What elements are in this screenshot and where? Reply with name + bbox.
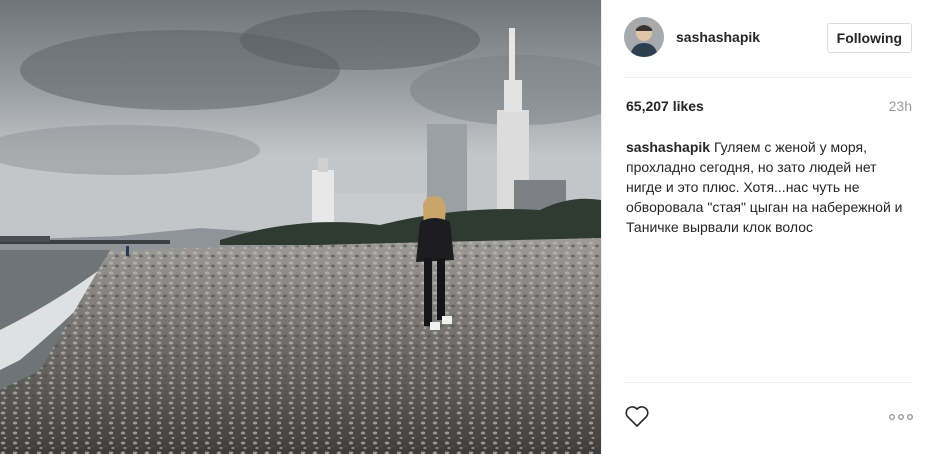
more-options-icon[interactable] (888, 408, 914, 426)
post-sidebar: sashashapik Following 65,207 likes 23h s… (601, 0, 938, 454)
following-button[interactable]: Following (826, 23, 912, 53)
user-avatar[interactable] (624, 17, 664, 57)
photo-seaside-image (0, 0, 601, 454)
post-timestamp[interactable]: 23h (889, 98, 912, 114)
post-header: sashashapik Following (602, 0, 938, 78)
caption-username-link[interactable]: sashashapik (626, 139, 710, 155)
header-divider (624, 77, 912, 78)
actions-divider (624, 382, 912, 383)
instagram-post: sashashapik Following 65,207 likes 23h s… (0, 0, 938, 454)
username-link[interactable]: sashashapik (676, 29, 760, 45)
like-count[interactable]: 65,207 likes (626, 98, 704, 114)
post-caption: sashashapik Гуляем с женой у моря, прохл… (626, 137, 916, 237)
heart-icon[interactable] (624, 404, 650, 428)
avatar-image (624, 17, 664, 57)
post-photo[interactable] (0, 0, 601, 454)
